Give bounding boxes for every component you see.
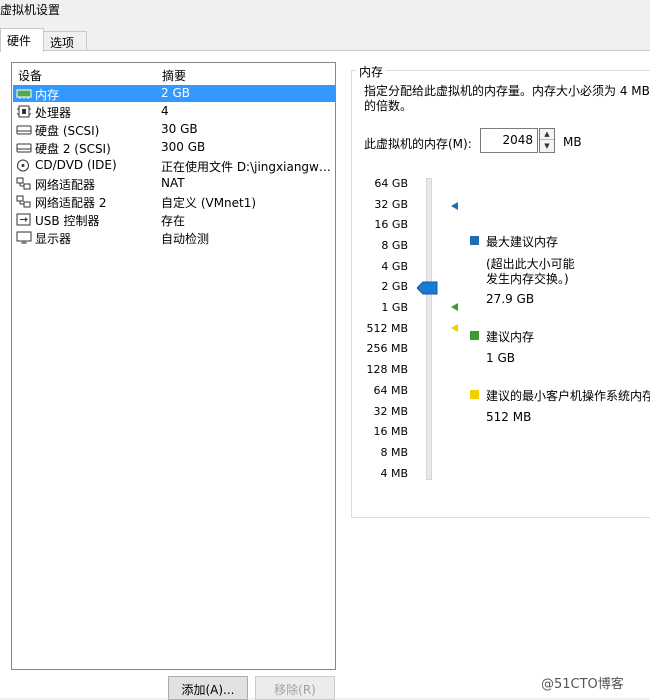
scale-tick: 128 MB (366, 363, 408, 376)
spin-up-icon[interactable]: ▲ (540, 129, 554, 140)
network-adapter-icon (16, 177, 31, 190)
scale-tick: 4 MB (380, 467, 408, 480)
recommended-label: 建议内存 (486, 330, 535, 344)
device-summary: 自定义 (VMnet1) (161, 196, 257, 210)
scale-tick: 4 GB (381, 260, 408, 273)
device-summary: 自动检测 (161, 232, 210, 246)
device-name: 硬盘 2 (SCSI) (35, 142, 111, 156)
device-summary: 4 (161, 104, 169, 118)
column-header-device[interactable]: 设备 (18, 67, 42, 84)
scale-tick: 16 GB (374, 218, 408, 231)
device-row-cd-dvd[interactable]: CD/DVD (IDE) 正在使用文件 D:\jingxiangwe... (13, 157, 335, 174)
device-summary: 30 GB (161, 122, 198, 136)
recommended-swatch-icon (470, 331, 479, 340)
device-row-processor[interactable]: 处理器 4 (13, 103, 335, 120)
hard-disk-icon (16, 143, 32, 153)
max-recommended-label: 最大建议内存 (486, 235, 559, 249)
device-row-usb-controller[interactable]: USB 控制器 存在 (13, 211, 335, 228)
device-summary: 2 GB (161, 86, 190, 100)
device-name: 网络适配器 (35, 178, 96, 192)
network-adapter-icon (16, 195, 31, 208)
device-name: CD/DVD (IDE) (35, 158, 117, 172)
memory-unit: MB (563, 135, 582, 149)
scale-tick: 256 MB (366, 342, 408, 355)
device-summary: NAT (161, 176, 185, 190)
device-name: USB 控制器 (35, 214, 100, 228)
recommended-marker-icon (451, 303, 458, 311)
cd-dvd-icon (17, 159, 29, 172)
device-summary: 存在 (161, 214, 186, 228)
scale-tick: 32 GB (374, 198, 408, 211)
scale-tick: 64 MB (373, 384, 408, 397)
memory-slider-track[interactable] (426, 178, 432, 480)
window-title: 虚拟机设置 (0, 3, 61, 17)
min-guest-swatch-icon (470, 390, 479, 399)
memory-icon (16, 89, 32, 99)
memory-description: 指定分配给此虚拟机的内存量。内存大小必须为 4 MB 的倍数。 (364, 84, 650, 113)
max-recommended-marker-icon (451, 202, 458, 210)
device-row-memory[interactable]: 内存 2 GB (13, 85, 335, 102)
display-icon (16, 231, 32, 244)
memory-field-label: 此虚拟机的内存(M): (364, 137, 472, 151)
scale-tick: 512 MB (366, 322, 408, 335)
device-row-display[interactable]: 显示器 自动检测 (13, 229, 335, 246)
remove-device-button[interactable]: 移除(R) (255, 676, 335, 700)
device-name: 硬盘 (SCSI) (35, 124, 100, 138)
max-recommended-value: 27.9 GB (486, 292, 535, 306)
max-recommended-note-2: 发生内存交换。) (486, 272, 569, 286)
device-summary: 正在使用文件 D:\jingxiangwe... (161, 160, 333, 174)
device-name: 内存 (35, 88, 60, 102)
recommended-value: 1 GB (486, 351, 515, 365)
spin-down-icon[interactable]: ▼ (540, 141, 554, 152)
scale-tick: 8 MB (380, 446, 408, 459)
column-header-summary[interactable]: 摘要 (162, 67, 186, 84)
device-name: 网络适配器 2 (35, 196, 107, 210)
device-name: 处理器 (35, 106, 72, 120)
scale-tick: 64 GB (374, 177, 408, 190)
scale-tick: 32 MB (373, 405, 408, 418)
device-row-hard-disk[interactable]: 硬盘 (SCSI) 30 GB (13, 121, 335, 138)
device-summary: 300 GB (161, 140, 206, 154)
memory-slider-thumb[interactable] (417, 281, 439, 295)
min-guest-label: 建议的最小客户机操作系统内存 (486, 389, 650, 403)
device-row-hard-disk-2[interactable]: 硬盘 2 (SCSI) 300 GB (13, 139, 335, 156)
device-row-network-adapter-2[interactable]: 网络适配器 2 自定义 (VMnet1) (13, 193, 335, 210)
hard-disk-icon (16, 125, 32, 135)
add-device-button[interactable]: 添加(A)... (168, 676, 248, 700)
scale-tick: 16 MB (373, 425, 408, 438)
min-guest-marker-icon (451, 324, 458, 332)
device-row-network-adapter[interactable]: 网络适配器 NAT (13, 175, 335, 192)
device-name: 显示器 (35, 232, 72, 246)
memory-group-title: 内存 (356, 63, 387, 80)
tab-options[interactable]: 选项 (43, 31, 87, 50)
device-list[interactable]: 设备 摘要 内存 2 GB 处理器 4 硬盘 (SCSI) 30 GB 硬盘 2… (11, 62, 336, 670)
tab-hardware[interactable]: 硬件 (0, 28, 44, 52)
memory-input[interactable]: 2048 (480, 128, 538, 153)
memory-spinner[interactable]: ▲ ▼ (539, 128, 555, 153)
scale-tick: 8 GB (381, 239, 408, 252)
max-recommended-swatch-icon (470, 236, 479, 245)
usb-controller-icon (16, 213, 31, 226)
min-guest-value: 512 MB (486, 410, 532, 424)
scale-tick: 2 GB (381, 280, 408, 293)
processor-icon (17, 105, 31, 118)
scale-tick: 1 GB (381, 301, 408, 314)
watermark: @51CTO博客 (541, 677, 624, 692)
